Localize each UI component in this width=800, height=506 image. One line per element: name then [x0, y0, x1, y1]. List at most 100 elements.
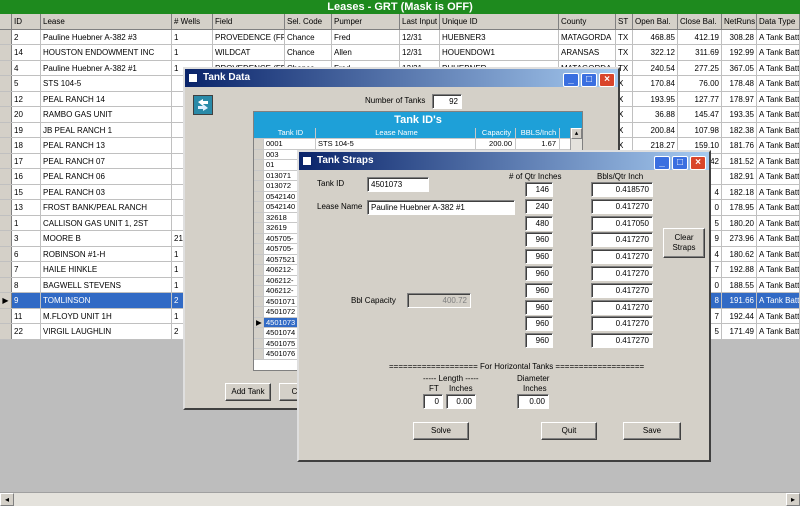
lease-cell[interactable]: 322.12	[633, 45, 678, 60]
lease-cell[interactable]: Chance	[285, 29, 332, 44]
lease-cell[interactable]: A Tank Batte	[757, 169, 800, 184]
lease-cell[interactable]: 127.77	[678, 91, 722, 106]
lease-cell[interactable]: 193.95	[633, 91, 678, 106]
column-header[interactable]: Data Type	[757, 14, 800, 29]
lease-cell[interactable]: A Tank Batte	[757, 262, 800, 277]
lease-cell[interactable]: 9	[12, 293, 41, 308]
column-header[interactable]: Unique ID	[440, 14, 559, 29]
lease-cell[interactable]: 2	[12, 29, 41, 44]
lease-cell[interactable]: 311.69	[678, 45, 722, 60]
lease-cell[interactable]: PEAL RANCH 03	[41, 184, 172, 199]
lease-cell[interactable]: 14	[12, 45, 41, 60]
tank-grid-column-header[interactable]: BBLS/Inch	[516, 128, 560, 138]
column-header[interactable]: County	[559, 14, 616, 29]
bbls-qtr-inch-field[interactable]: 0.418570	[591, 182, 653, 197]
lease-cell[interactable]: 20	[12, 107, 41, 122]
qtr-inches-field[interactable]: 960	[525, 232, 553, 248]
quit-button[interactable]: Quit	[541, 422, 597, 440]
lease-cell[interactable]: 193.35	[722, 107, 757, 122]
lease-cell[interactable]: 7	[12, 262, 41, 277]
lease-cell[interactable]: M.FLOYD UNIT 1H	[41, 308, 172, 323]
lease-cell[interactable]: A Tank Batte	[757, 45, 800, 60]
lease-cell[interactable]: ROBINSON #1-H	[41, 246, 172, 261]
bbls-qtr-inch-field[interactable]: 0.417270	[591, 232, 653, 248]
lease-cell[interactable]: A Tank Batte	[757, 60, 800, 75]
row-selector[interactable]	[254, 212, 264, 222]
lease-name-field[interactable]: Pauline Huebner A-382 #1	[367, 200, 515, 215]
row-selector[interactable]	[0, 277, 12, 292]
lease-cell[interactable]: 182.18	[722, 184, 757, 199]
row-selector[interactable]	[0, 262, 12, 277]
row-selector[interactable]	[254, 244, 264, 254]
lease-cell[interactable]: 170.84	[633, 76, 678, 91]
row-selector[interactable]	[0, 138, 12, 153]
lease-cell[interactable]: 192.44	[722, 308, 757, 323]
diameter-inches-field[interactable]: 0.00	[517, 394, 549, 409]
current-row-arrow-icon[interactable]: ▶	[254, 317, 264, 327]
tank-cell[interactable]: 200.00	[476, 139, 516, 149]
lease-cell[interactable]: BAGWELL STEVENS	[41, 277, 172, 292]
lease-cell[interactable]: ARANSAS	[559, 45, 616, 60]
lease-cell[interactable]: 171.49	[722, 324, 757, 339]
row-selector[interactable]	[254, 349, 264, 359]
close-icon[interactable]: ×	[690, 156, 706, 170]
tank-refresh-icon[interactable]	[193, 95, 213, 115]
lease-cell[interactable]: 308.28	[722, 29, 757, 44]
column-header[interactable]: Open Bal.	[633, 14, 678, 29]
row-selector[interactable]	[254, 265, 264, 275]
bbls-qtr-inch-field[interactable]: 0.417270	[591, 266, 653, 281]
lease-cell[interactable]: A Tank Batte	[757, 231, 800, 246]
row-selector[interactable]	[254, 286, 264, 296]
lease-cell[interactable]: Fred	[332, 29, 400, 44]
lease-cell[interactable]: A Tank Batte	[757, 246, 800, 261]
lease-cell[interactable]: A Tank Batte	[757, 215, 800, 230]
column-header[interactable]: Lease	[41, 14, 172, 29]
lease-cell[interactable]: 192.88	[722, 262, 757, 277]
lease-cell[interactable]: 145.47	[678, 107, 722, 122]
lease-cell[interactable]: A Tank Batte	[757, 91, 800, 106]
lease-cell[interactable]: 8	[12, 277, 41, 292]
qtr-inches-field[interactable]: 960	[525, 266, 553, 281]
lease-cell[interactable]: A Tank Batte	[757, 308, 800, 323]
lease-cell[interactable]: A Tank Batte	[757, 184, 800, 199]
lease-cell[interactable]: 1	[172, 45, 213, 60]
scroll-left-icon[interactable]: ◂	[0, 493, 14, 506]
lease-cell[interactable]: HOUSTON ENDOWMENT INC	[41, 45, 172, 60]
lease-cell[interactable]: A Tank Batte	[757, 107, 800, 122]
row-selector[interactable]	[254, 328, 264, 338]
row-selector[interactable]	[0, 45, 12, 60]
qtr-inches-field[interactable]: 960	[525, 316, 553, 332]
lease-cell[interactable]: FROST BANK/PEAL RANCH	[41, 200, 172, 215]
clear-straps-button[interactable]: Clear Straps	[663, 228, 705, 258]
lease-cell[interactable]: TX	[616, 29, 633, 44]
lease-cell[interactable]: 3	[12, 231, 41, 246]
row-selector[interactable]	[254, 254, 264, 264]
lease-cell[interactable]: PEAL RANCH 07	[41, 153, 172, 168]
lease-cell[interactable]: 19	[12, 122, 41, 137]
lease-cell[interactable]: A Tank Batte	[757, 29, 800, 44]
qtr-inches-field[interactable]: 240	[525, 198, 553, 214]
lease-cell[interactable]: 200.84	[633, 122, 678, 137]
lease-cell[interactable]: 12	[12, 91, 41, 106]
lease-cell[interactable]: A Tank Batte	[757, 153, 800, 168]
row-selector[interactable]	[254, 223, 264, 233]
qtr-inches-field[interactable]: 960	[525, 282, 553, 298]
bbls-qtr-inch-field[interactable]: 0.417270	[591, 316, 653, 332]
lease-cell[interactable]: 4	[12, 60, 41, 75]
lease-cell[interactable]: 5	[12, 76, 41, 91]
lease-cell[interactable]: Chance	[285, 45, 332, 60]
bbls-qtr-inch-field[interactable]: 0.417270	[591, 282, 653, 298]
tank-row[interactable]: 0001 STS 104-5 200.00 1.67	[254, 139, 582, 150]
row-selector[interactable]	[0, 184, 12, 199]
lease-cell[interactable]: 36.88	[633, 107, 678, 122]
lease-cell[interactable]: 182.91	[722, 169, 757, 184]
lease-cell[interactable]: 1	[172, 29, 213, 44]
lease-cell[interactable]: A Tank Batte	[757, 200, 800, 215]
row-selector[interactable]	[0, 107, 12, 122]
close-icon[interactable]: ×	[599, 73, 615, 87]
lease-cell[interactable]: HUEBNER3	[440, 29, 559, 44]
lease-cell[interactable]: 178.97	[722, 91, 757, 106]
lease-cell[interactable]: A Tank Batte	[757, 138, 800, 153]
lease-cell[interactable]: 107.98	[678, 122, 722, 137]
bbls-qtr-inch-field[interactable]: 0.417270	[591, 198, 653, 214]
